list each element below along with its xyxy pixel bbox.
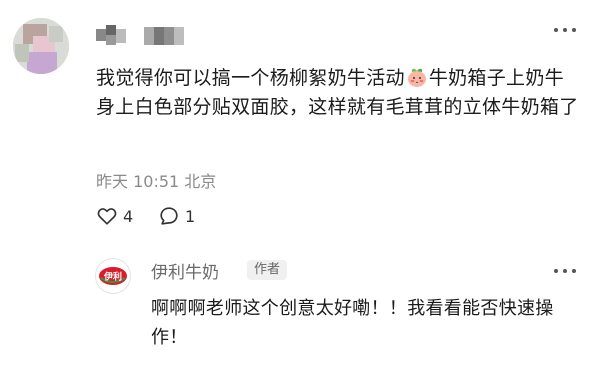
comment-timestamp: 昨天 10:51 北京 (96, 172, 217, 191)
reply-count: 1 (185, 206, 196, 226)
peach-blush-emoji-icon (406, 66, 428, 88)
author-badge: 作者 (247, 260, 288, 280)
logo-text: 伊利 (103, 271, 122, 283)
comment-text-part1: 我觉得你可以搞一个杨柳絮奶牛活动 (96, 67, 405, 89)
like-count: 4 (123, 206, 134, 226)
heart-icon (97, 208, 117, 225)
like-button[interactable]: 4 (96, 205, 133, 227)
yili-logo-icon: 伊利 (99, 267, 127, 285)
reply-avatar[interactable]: 伊利 (95, 258, 131, 294)
reply-more-options-icon[interactable] (554, 269, 578, 277)
comment-bubble-icon (160, 207, 178, 225)
reply-text: 啊啊啊老师这个创意太好嘞！！我看看能否快速操作！ (151, 298, 554, 348)
more-options-icon[interactable] (554, 28, 578, 36)
comment-text: 我觉得你可以搞一个杨柳絮奶牛活动 牛奶箱子上奶牛身上白色部分贴双面胶，这样就有毛… (96, 64, 581, 122)
reply-author-name[interactable]: 伊利牛奶 (151, 258, 219, 283)
reply-button[interactable]: 1 (158, 205, 195, 227)
avatar[interactable] (13, 18, 69, 74)
username-blurred[interactable] (96, 25, 191, 47)
